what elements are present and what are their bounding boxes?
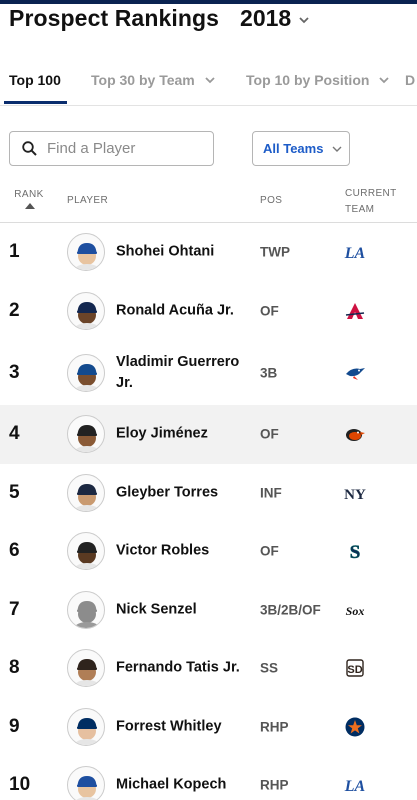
player-position: OF	[260, 543, 279, 559]
player-name[interactable]: Eloy Jiménez	[116, 424, 246, 445]
column-header-pos: POS	[260, 195, 283, 206]
ranking-tabs: Top 100 Top 30 by Team Top 10 by Positio…	[0, 58, 417, 106]
table-row[interactable]: 8 Fernando Tatis Jr. SS SD	[0, 639, 417, 698]
avatar[interactable]	[67, 291, 105, 330]
player-position: TWP	[260, 244, 290, 260]
table-row[interactable]: 9 Forrest Whitley RHP	[0, 698, 417, 757]
table-row[interactable]: 7 Nick Senzel 3B/2B/OF Sox	[0, 581, 417, 640]
player-search[interactable]	[9, 131, 214, 166]
rank-number: 9	[9, 715, 20, 737]
tab-label: Top 30 by Team	[91, 72, 195, 88]
player-name[interactable]: Forrest Whitley	[116, 716, 246, 737]
rank-number: 4	[9, 423, 20, 445]
svg-text:S: S	[350, 542, 361, 562]
avatar[interactable]	[67, 707, 105, 746]
table-row[interactable]: 4 Eloy Jiménez OF	[0, 405, 417, 464]
rank-number: 1	[9, 241, 20, 263]
table-row[interactable]: 6 Victor Robles OF S	[0, 522, 417, 581]
avatar[interactable]	[67, 473, 105, 512]
rank-number: 7	[9, 598, 20, 620]
column-header-team: CURRENT TEAM	[345, 186, 397, 218]
yankees-logo-icon[interactable]: NY	[344, 482, 366, 504]
blue-jays-logo-icon[interactable]	[344, 362, 366, 384]
rankings-list: 1 Shohei Ohtani TWP LA 2 Ronald Acuña Jr…	[0, 223, 417, 800]
avatar[interactable]	[67, 590, 105, 629]
rank-number: 8	[9, 657, 20, 679]
player-name[interactable]: Nick Senzel	[116, 599, 246, 620]
avatar[interactable]	[67, 649, 105, 688]
svg-text:NY: NY	[344, 487, 366, 503]
svg-text:Sox: Sox	[346, 604, 365, 618]
braves-logo-icon[interactable]	[344, 300, 366, 322]
astros-logo-icon[interactable]	[344, 716, 366, 738]
player-name[interactable]: Shohei Ohtani	[116, 242, 246, 263]
player-position: 3B	[260, 365, 278, 380]
active-tab-indicator	[4, 101, 67, 104]
page-header: Prospect Rankings 2018	[9, 3, 309, 33]
dodgers-logo-icon[interactable]: LA	[344, 241, 366, 263]
rank-number: 5	[9, 481, 20, 503]
white-sox-logo-icon[interactable]: Sox	[344, 599, 366, 621]
player-name[interactable]: Victor Robles	[116, 541, 246, 562]
tab-label: Top 10 by Position	[246, 72, 370, 88]
player-name[interactable]: Michael Kopech	[116, 775, 246, 796]
team-filter-value: All Teams	[263, 141, 324, 156]
table-row[interactable]: 2 Ronald Acuña Jr. OF	[0, 282, 417, 341]
svg-text:LA: LA	[344, 778, 366, 795]
chevron-down-icon	[332, 146, 342, 152]
dodgers-logo-icon[interactable]: LA	[344, 774, 366, 796]
padres-logo-icon[interactable]: SD	[344, 657, 366, 679]
rank-number: 10	[9, 774, 31, 796]
team-filter-select[interactable]: All Teams	[252, 131, 350, 166]
player-position: SS	[260, 660, 279, 676]
column-header-team-line1: CURRENT	[345, 188, 397, 199]
player-position: OF	[260, 426, 279, 442]
table-row[interactable]: 1 Shohei Ohtani TWP LA	[0, 223, 417, 282]
rank-number: 6	[9, 540, 20, 562]
svg-text:SD: SD	[347, 664, 362, 676]
search-input[interactable]	[47, 140, 197, 157]
tab-top-30-by-team[interactable]: Top 30 by Team	[91, 72, 215, 88]
avatar[interactable]	[67, 415, 105, 454]
rank-number: 2	[9, 299, 20, 321]
table-row[interactable]: 3 Vladimir Guerrero Jr. 3B	[0, 340, 417, 405]
search-icon	[22, 141, 37, 156]
column-header-player: PLAYER	[67, 195, 109, 206]
player-position: RHP	[260, 719, 289, 735]
player-position: INF	[260, 485, 282, 501]
year-selector[interactable]: 2018	[240, 5, 291, 32]
player-position: OF	[260, 303, 279, 319]
tab-top-100[interactable]: Top 100	[9, 72, 61, 88]
chevron-down-icon[interactable]	[299, 16, 309, 24]
svg-text:LA: LA	[344, 245, 366, 262]
orioles-logo-icon[interactable]	[344, 423, 366, 445]
chevron-down-icon	[379, 76, 390, 83]
table-row[interactable]: 10 Michael Kopech RHP LA	[0, 756, 417, 800]
avatar[interactable]	[67, 233, 105, 272]
page-title: Prospect Rankings	[9, 4, 220, 31]
player-position: RHP	[260, 777, 289, 793]
avatar[interactable]	[67, 766, 105, 800]
sort-ascending-icon[interactable]	[25, 203, 35, 209]
avatar[interactable]	[67, 532, 105, 571]
player-name[interactable]: Fernando Tatis Jr.	[116, 658, 246, 679]
player-name[interactable]: Ronald Acuña Jr.	[116, 300, 246, 321]
tab-overflow[interactable]: D	[405, 72, 415, 88]
player-name[interactable]: Gleyber Torres	[116, 482, 246, 503]
tab-top-10-by-position[interactable]: Top 10 by Position	[246, 72, 390, 88]
chevron-down-icon	[205, 76, 215, 83]
table-row[interactable]: 5 Gleyber Torres INF NY	[0, 464, 417, 523]
table-header: RANK PLAYER POS CURRENT TEAM	[0, 183, 417, 223]
column-header-team-line2: TEAM	[345, 204, 375, 215]
player-position: 3B/2B/OF	[260, 602, 321, 618]
player-name[interactable]: Vladimir Guerrero Jr.	[116, 352, 246, 394]
tab-label: D	[405, 72, 416, 88]
avatar[interactable]	[67, 353, 105, 392]
rank-number: 3	[9, 361, 20, 383]
mariners-logo-icon[interactable]: S	[344, 540, 366, 564]
tab-label: Top 100	[9, 72, 61, 88]
column-header-rank[interactable]: RANK	[14, 187, 44, 203]
